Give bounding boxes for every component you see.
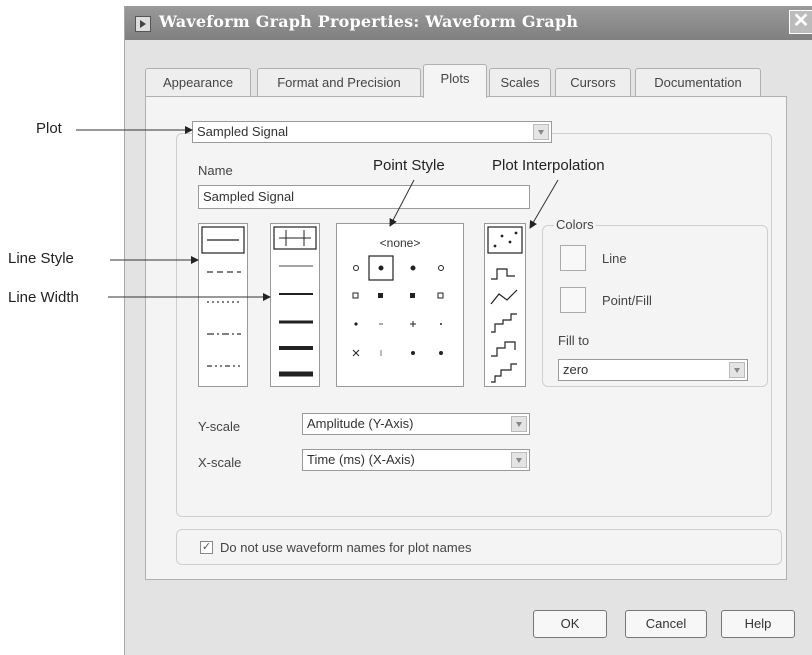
plot-select[interactable]: Sampled Signal xyxy=(192,121,552,143)
line-style-callout-label: Line Style xyxy=(8,250,74,267)
line-width-picker[interactable] xyxy=(270,223,320,387)
tab-documentation[interactable]: Documentation xyxy=(635,68,761,96)
plot-select-value: Sampled Signal xyxy=(197,124,289,139)
tab-plots[interactable]: Plots xyxy=(423,64,487,98)
y-scale-select[interactable]: Amplitude (Y-Axis) xyxy=(302,413,530,435)
point-fill-color-label: Point/Fill xyxy=(602,293,652,308)
line-style-options-icon xyxy=(201,226,245,367)
fill-to-label: Fill to xyxy=(558,333,590,348)
labview-app-icon xyxy=(135,16,151,32)
close-button[interactable]: ✕ xyxy=(789,10,812,34)
tab-cursors[interactable]: Cursors xyxy=(555,68,631,96)
cancel-button[interactable]: Cancel xyxy=(625,610,707,638)
chevron-down-icon[interactable] xyxy=(511,452,527,468)
point-style-callout-label: Point Style xyxy=(373,157,445,174)
x-scale-label: X-scale xyxy=(198,455,242,470)
tab-format-and-precision[interactable]: Format and Precision xyxy=(257,68,421,96)
colors-label: Colors xyxy=(554,217,596,232)
plot-interpolation-picker[interactable] xyxy=(484,223,526,387)
interpolation-options-icon xyxy=(487,226,523,383)
chevron-down-icon[interactable] xyxy=(729,362,745,378)
chevron-down-icon[interactable] xyxy=(533,124,549,140)
y-scale-value: Amplitude (Y-Axis) xyxy=(307,416,414,431)
title-bar[interactable]: Waveform Graph Properties: Waveform Grap… xyxy=(125,6,812,40)
plot-interpolation-callout-label: Plot Interpolation xyxy=(492,157,605,174)
fill-to-value: zero xyxy=(563,362,589,377)
chevron-down-icon[interactable] xyxy=(511,416,527,432)
line-style-picker[interactable] xyxy=(198,223,248,387)
waveform-names-checkbox-label: Do not use waveform names for plot names xyxy=(220,540,472,555)
point-style-picker[interactable]: <none> xyxy=(336,223,464,387)
point-fill-color-swatch[interactable] xyxy=(560,287,586,313)
plot-callout-label: Plot xyxy=(36,120,62,137)
waveform-graph-properties-dialog: Waveform Graph Properties: Waveform Grap… xyxy=(124,6,812,655)
line-width-callout-label: Line Width xyxy=(8,289,79,306)
line-color-swatch[interactable] xyxy=(560,245,586,271)
line-width-options-icon xyxy=(273,226,317,377)
tab-appearance[interactable]: Appearance xyxy=(145,68,251,96)
ok-button[interactable]: OK xyxy=(533,610,607,638)
tab-scales[interactable]: Scales xyxy=(489,68,551,96)
y-scale-label: Y-scale xyxy=(198,419,241,434)
point-style-none-option[interactable]: <none> xyxy=(337,236,463,250)
plots-tab-panel: Sampled Signal Name Sampled Signal <none… xyxy=(145,96,787,580)
plot-name-field[interactable]: Sampled Signal xyxy=(198,185,530,209)
fill-to-select[interactable]: zero xyxy=(558,359,748,381)
window-title: Waveform Graph Properties: Waveform Grap… xyxy=(159,12,579,31)
help-button[interactable]: Help xyxy=(721,610,795,638)
x-scale-select[interactable]: Time (ms) (X-Axis) xyxy=(302,449,530,471)
name-label: Name xyxy=(198,163,233,178)
waveform-names-checkbox[interactable]: ✓ xyxy=(200,541,213,554)
line-color-label: Line xyxy=(602,251,627,266)
x-scale-value: Time (ms) (X-Axis) xyxy=(307,452,415,467)
